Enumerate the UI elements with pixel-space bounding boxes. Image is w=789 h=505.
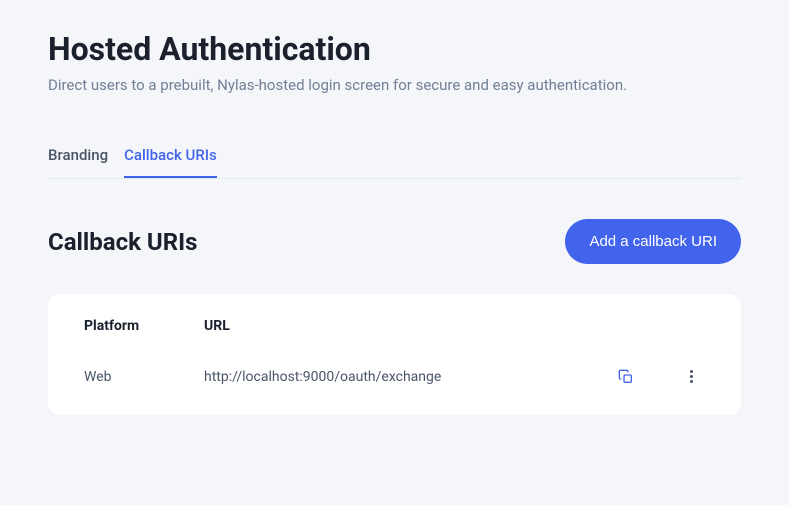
add-callback-uri-button[interactable]: Add a callback URI: [565, 219, 741, 264]
section-header: Callback URIs Add a callback URI: [48, 219, 741, 264]
more-vertical-icon: [682, 366, 701, 387]
column-header-platform: Platform: [84, 318, 204, 334]
row-url: http://localhost:9000/oauth/exchange: [204, 369, 585, 385]
callback-uris-table: Platform URL Web http://localhost:9000/o…: [84, 318, 705, 391]
section-title: Callback URIs: [48, 228, 197, 256]
copy-button[interactable]: [614, 365, 638, 389]
tabs-container: Branding Callback URIs: [48, 134, 741, 179]
copy-icon: [618, 369, 634, 385]
tab-callback-uris[interactable]: Callback URIs: [124, 134, 217, 178]
callback-uris-card: Platform URL Web http://localhost:9000/o…: [48, 294, 741, 415]
page-subtitle: Direct users to a prebuilt, Nylas-hosted…: [48, 76, 741, 94]
more-options-button[interactable]: [678, 362, 705, 391]
table-header: Platform URL: [84, 318, 705, 334]
table-row: Web http://localhost:9000/oauth/exchange: [84, 362, 705, 391]
column-header-url: URL: [204, 318, 585, 334]
page-title: Hosted Authentication: [48, 30, 741, 68]
tab-branding[interactable]: Branding: [48, 134, 108, 178]
row-platform: Web: [84, 369, 204, 385]
